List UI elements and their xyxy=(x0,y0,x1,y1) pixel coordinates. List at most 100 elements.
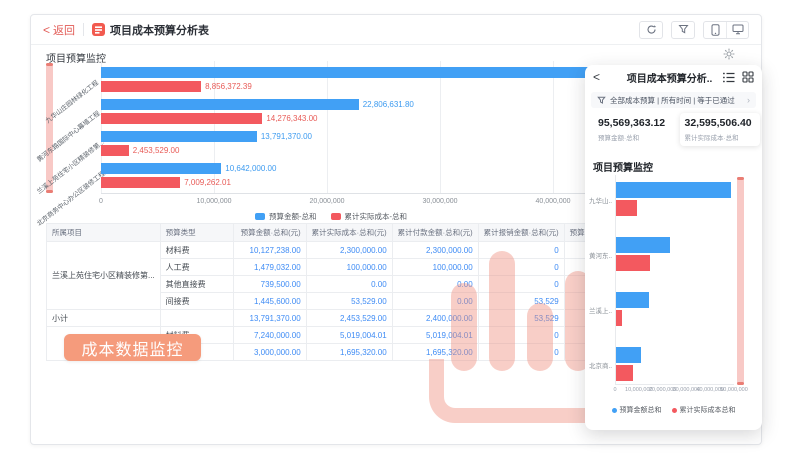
budget-bar xyxy=(616,182,731,198)
value-cell: 0 xyxy=(478,259,564,276)
value-cell: 53,529 xyxy=(478,310,564,327)
legend-item-budget[interactable]: 预算金额总和 xyxy=(612,405,662,415)
category-label: 北京商.. xyxy=(589,360,614,370)
panel-back-button[interactable]: < xyxy=(593,70,600,84)
stat-label: 累计实际成本·总和 xyxy=(685,132,756,142)
list-view-icon[interactable] xyxy=(723,72,735,83)
value-cell: 0.00 xyxy=(306,276,392,293)
panel-filter-bar[interactable]: 全部成本预算 | 所有时间 | 等于已通过 › xyxy=(591,92,756,108)
value-cell: 13,791,370.00 xyxy=(233,310,306,327)
actual-cost-bar: 14,276,343.00 xyxy=(101,113,262,124)
value-cell: 2,400,000.00 xyxy=(392,310,478,327)
bar-value-label: 7,009,262.01 xyxy=(184,178,231,187)
actual-cost-bar xyxy=(616,200,637,216)
bar-value-label: 2,453,529.00 xyxy=(133,146,180,155)
panel-plot-area xyxy=(615,175,734,385)
table-subtotal-row: 小计 13,791,370.00 2,453,529.00 2,400,000.… xyxy=(47,310,650,327)
refresh-button[interactable] xyxy=(639,21,663,39)
value-cell: 0.00 xyxy=(392,276,478,293)
device-preview-toggle xyxy=(703,21,749,39)
value-cell: 53,529.00 xyxy=(306,293,392,310)
x-tick: 0 xyxy=(613,387,616,393)
panel-section-title: 项目预算监控 xyxy=(593,159,653,174)
form-app-icon xyxy=(92,23,105,36)
column-header: 累计报销金额·总和(元) xyxy=(478,224,564,242)
legend-swatch-blue xyxy=(255,213,265,220)
phone-icon xyxy=(711,24,720,36)
stat-budget-total[interactable]: 95,569,363.12 预算金额·总和 xyxy=(593,113,674,146)
funnel-icon xyxy=(597,96,606,105)
back-button[interactable]: < 返回 xyxy=(43,22,75,38)
legend-label: 预算金额-总和 xyxy=(269,211,317,222)
column-header: 累计实际成本·总和(元) xyxy=(306,224,392,242)
actual-cost-bar xyxy=(616,255,650,271)
actual-cost-bar: 8,856,372.39 xyxy=(101,81,201,92)
legend-item-actual-cost[interactable]: 累计实际成本总和 xyxy=(672,405,736,415)
refresh-icon xyxy=(646,24,657,35)
column-header: 预算金额·总和(元) xyxy=(233,224,306,242)
panel-chart-scrollbar[interactable] xyxy=(737,177,744,385)
category-label: 九华山.. xyxy=(589,195,614,205)
value-cell: 5,019,004.01 xyxy=(306,327,392,344)
budget-bar xyxy=(616,292,649,308)
value-cell: 1,445,600.00 xyxy=(233,293,306,310)
panel-stats: 95,569,363.12 预算金额·总和 32,595,506.40 累计实际… xyxy=(593,113,760,146)
desktop-preview-button[interactable] xyxy=(726,22,748,38)
bar-value-label: 22,806,631.80 xyxy=(363,100,414,109)
filter-button[interactable] xyxy=(671,21,695,39)
panel-title: 项目成本预算分析.. xyxy=(621,70,718,85)
header-divider xyxy=(83,23,84,36)
budget-bar: 13,791,370.00 xyxy=(101,131,257,142)
budget-type-cell: 人工费 xyxy=(160,259,233,276)
filter-summary: 全部成本预算 | 所有时间 | 等于已通过 xyxy=(610,95,743,106)
gridline xyxy=(440,61,441,193)
column-header: 预算类型 xyxy=(160,224,233,242)
cost-monitor-badge: 成本数据监控 xyxy=(64,334,201,361)
value-cell: 100,000.00 xyxy=(306,259,392,276)
value-cell: 0 xyxy=(478,276,564,293)
budget-type-cell xyxy=(160,310,233,327)
value-cell: 0.00 xyxy=(392,293,478,310)
value-cell: 10,127,238.00 xyxy=(233,242,306,259)
stat-value: 95,569,363.12 xyxy=(598,117,669,129)
table-header-row: 所属项目 预算类型 预算金额·总和(元) 累计实际成本·总和(元) 累计付款金额… xyxy=(47,224,650,242)
gridline xyxy=(553,61,554,193)
budget-bar xyxy=(101,67,647,78)
legend-item-budget[interactable]: 预算金额-总和 xyxy=(255,211,317,222)
grid-view-icon[interactable] xyxy=(742,71,754,83)
value-cell: 1,695,320.00 xyxy=(306,344,392,361)
value-cell: 2,300,000.00 xyxy=(392,242,478,259)
category-label: 兰溪上.. xyxy=(589,305,614,315)
budget-bar: 10,642,000.00 xyxy=(101,163,221,174)
budget-type-cell: 间接费 xyxy=(160,293,233,310)
legend-label: 累计实际成本总和 xyxy=(680,405,736,415)
back-chevron-icon: < xyxy=(43,24,50,36)
bar-value-label: 14,276,343.00 xyxy=(266,114,317,123)
chart-legend: 预算金额-总和 累计实际成本-总和 xyxy=(101,211,561,222)
value-cell: 739,500.00 xyxy=(233,276,306,293)
legend-item-actual-cost[interactable]: 累计实际成本-总和 xyxy=(331,211,408,222)
value-cell: 0 xyxy=(478,327,564,344)
actual-cost-bar: 2,453,529.00 xyxy=(101,145,129,156)
panel-legend: 预算金额总和 累计实际成本总和 xyxy=(585,405,762,415)
x-tick: 30,000,000 xyxy=(422,198,457,205)
legend-swatch-red xyxy=(331,213,341,220)
budget-type-cell: 其他直接费 xyxy=(160,276,233,293)
mobile-preview-button[interactable] xyxy=(704,22,726,38)
tab-cost-analysis[interactable]: 项目成本预算分析表 xyxy=(92,22,209,38)
legend-dot-red xyxy=(672,408,677,413)
panel-header: < 项目成本预算分析.. xyxy=(585,65,762,89)
bar-value-label: 8,856,372.39 xyxy=(205,82,252,91)
category-label: 黄河东.. xyxy=(589,250,614,260)
widget-settings-button[interactable] xyxy=(721,46,737,62)
value-cell: 0 xyxy=(478,242,564,259)
tab-title: 项目成本预算分析表 xyxy=(110,22,209,38)
gridline xyxy=(327,61,328,193)
stat-actual-cost-total[interactable]: 32,595,506.40 累计实际成本·总和 xyxy=(680,113,761,146)
column-header: 所属项目 xyxy=(47,224,161,242)
legend-label: 累计实际成本-总和 xyxy=(345,211,408,222)
main-bar-chart: 8,856,372.39 22,806,631.80 14,276,343.00… xyxy=(101,61,661,194)
legend-dot-blue xyxy=(612,408,617,413)
value-cell: 3,000,000.00 xyxy=(233,344,306,361)
panel-header-icons xyxy=(723,65,754,89)
